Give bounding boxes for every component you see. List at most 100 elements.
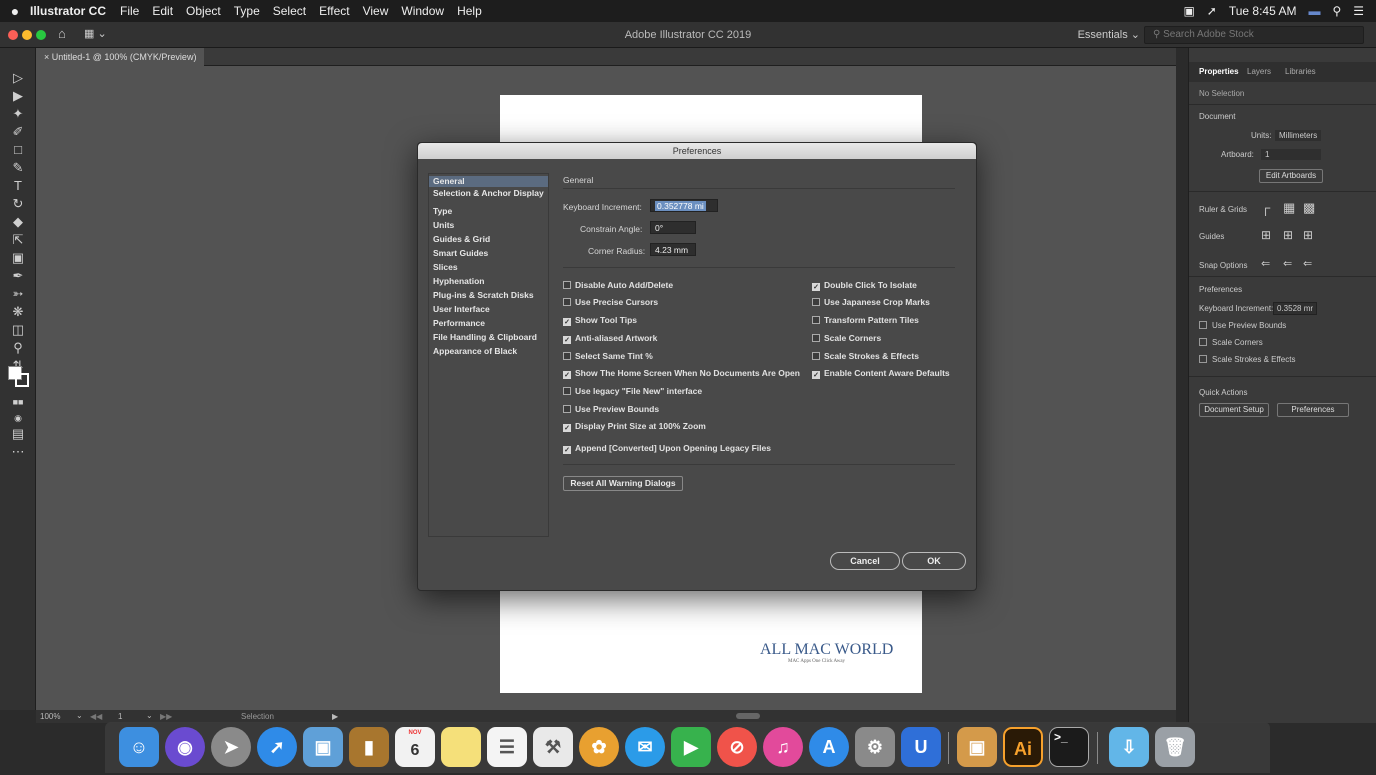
scale-tool-icon[interactable]: ⇱: [8, 232, 28, 248]
zoom-level[interactable]: 100%: [40, 712, 60, 721]
adobe-stock-search-input[interactable]: ⚲ Search Adobe Stock: [1144, 26, 1364, 44]
keyboard-increment-field[interactable]: 0.3528 mr: [1273, 302, 1318, 315]
scale-strokes-effects-checkbox[interactable]: Scale Strokes & Effects: [812, 351, 919, 361]
corner-radius-field[interactable]: 4.23 mm: [650, 243, 696, 256]
menu-effect[interactable]: Effect: [319, 4, 349, 18]
spotlight-search-icon[interactable]: ⚲: [1332, 4, 1341, 18]
messages-icon[interactable]: ✉: [625, 727, 665, 767]
artboard-chevron-down-icon[interactable]: ⌄: [146, 711, 153, 720]
current-tool-status[interactable]: Selection: [241, 712, 274, 721]
category-selection-anchor-display[interactable]: Selection & Anchor Display: [429, 188, 548, 199]
show-tool-tips-checkbox[interactable]: ✓ Show Tool Tips: [563, 315, 637, 326]
anti-aliased-artwork-checkbox[interactable]: ✓ Anti-aliased Artwork: [563, 333, 657, 344]
keyboard-increment-field[interactable]: 0.352778 mi: [650, 199, 718, 212]
artboard-number[interactable]: 1: [118, 712, 122, 721]
category-plugins-scratch-disks[interactable]: Plug-ins & Scratch Disks: [429, 290, 548, 301]
workspace-switcher[interactable]: Essentials ⌄: [1078, 28, 1140, 41]
tab-properties[interactable]: Properties: [1199, 67, 1239, 76]
scale-corners-checkbox[interactable]: Scale Corners: [812, 333, 881, 343]
snap-to-point-icon[interactable]: ⇐: [1261, 257, 1270, 270]
ruler-icon[interactable]: ┌: [1261, 200, 1270, 215]
stroke-color-icon[interactable]: [15, 373, 29, 387]
chevron-down-icon[interactable]: ⌄: [76, 711, 83, 720]
use-precise-cursors-checkbox[interactable]: Use Precise Cursors: [563, 297, 658, 307]
show-home-screen-checkbox[interactable]: ✓ Show The Home Screen When No Documents …: [563, 368, 800, 379]
document-setup-button[interactable]: Document Setup: [1199, 403, 1269, 417]
launchpad-icon[interactable]: ➤: [211, 727, 251, 767]
selection-tool-icon[interactable]: ▷: [8, 70, 28, 86]
draw-mode-icon[interactable]: ◉: [8, 410, 28, 426]
menu-edit[interactable]: Edit: [152, 4, 173, 18]
color-mode-icon[interactable]: ■■: [8, 394, 28, 410]
lock-guides-icon[interactable]: ⊞: [1283, 228, 1293, 242]
append-converted-checkbox[interactable]: ✓ Append [Converted] Upon Opening Legacy …: [563, 443, 771, 454]
zoom-tool-icon[interactable]: ⚲: [8, 340, 28, 356]
category-appearance-of-black[interactable]: Appearance of Black: [429, 346, 548, 357]
category-units[interactable]: Units: [429, 220, 548, 231]
trash-icon[interactable]: 🗑: [1155, 727, 1195, 767]
menu-window[interactable]: Window: [401, 4, 444, 18]
units-dropdown[interactable]: Millimeters: [1275, 130, 1322, 141]
ok-button[interactable]: OK: [902, 552, 966, 570]
rectangle-tool-icon[interactable]: □: [8, 142, 28, 158]
eyedropper-tool-icon[interactable]: ✒: [8, 268, 28, 284]
show-guides-icon[interactable]: ⊞: [1261, 228, 1271, 242]
tools-icon[interactable]: ⚒: [533, 727, 573, 767]
cancel-button[interactable]: Cancel: [830, 552, 900, 570]
notes-icon[interactable]: [441, 727, 481, 767]
preferences-button[interactable]: Preferences: [1277, 403, 1349, 417]
facetime-icon[interactable]: ▶: [671, 727, 711, 767]
scale-corners-checkbox[interactable]: Scale Corners: [1199, 338, 1263, 347]
transform-pattern-tiles-checkbox[interactable]: Transform Pattern Tiles: [812, 315, 919, 325]
preview-icon[interactable]: ▣: [303, 727, 343, 767]
illustrator-icon[interactable]: Ai: [1003, 727, 1043, 767]
artboard-dropdown[interactable]: 1: [1261, 149, 1321, 160]
use-preview-bounds-checkbox[interactable]: Use Preview Bounds: [563, 404, 659, 414]
menu-help[interactable]: Help: [457, 4, 482, 18]
magnet-icon[interactable]: U: [901, 727, 941, 767]
system-preferences-icon[interactable]: ⚙: [855, 727, 895, 767]
smart-guides-icon[interactable]: ⊞: [1303, 228, 1313, 242]
horizontal-scrollbar[interactable]: [736, 713, 760, 719]
category-smart-guides[interactable]: Smart Guides: [429, 248, 548, 259]
edit-toolbar-icon[interactable]: ⋯: [8, 444, 28, 460]
menu-type[interactable]: Type: [234, 4, 260, 18]
reminders-icon[interactable]: ☰: [487, 727, 527, 767]
category-type[interactable]: Type: [429, 206, 548, 217]
siri-icon[interactable]: ◉: [165, 727, 205, 767]
notification-center-icon[interactable]: ☰: [1353, 4, 1364, 18]
content-aware-defaults-checkbox[interactable]: ✓ Enable Content Aware Defaults: [812, 368, 950, 379]
app-menu[interactable]: Illustrator CC: [30, 4, 106, 18]
use-legacy-file-new-checkbox[interactable]: Use legacy "File New" interface: [563, 386, 702, 396]
tab-libraries[interactable]: Libraries: [1285, 67, 1316, 76]
downloads-icon[interactable]: ⇩: [1109, 727, 1149, 767]
notes-book-icon[interactable]: ▮: [349, 727, 389, 767]
safari-icon[interactable]: ➚: [257, 727, 297, 767]
use-preview-bounds-checkbox[interactable]: Use Preview Bounds: [1199, 321, 1286, 330]
japanese-crop-marks-checkbox[interactable]: Use Japanese Crop Marks: [812, 297, 930, 307]
document-tab[interactable]: × Untitled-1 @ 100% (CMYK/Preview): [36, 48, 205, 66]
select-same-tint-checkbox[interactable]: Select Same Tint %: [563, 351, 653, 361]
reset-warning-dialogs-button[interactable]: Reset All Warning Dialogs: [563, 476, 683, 491]
photos-icon[interactable]: ✿: [579, 727, 619, 767]
type-tool-icon[interactable]: T: [8, 178, 28, 194]
cursor-icon[interactable]: ➚: [1207, 4, 1217, 18]
menu-view[interactable]: View: [363, 4, 389, 18]
screen-mode-icon[interactable]: ▤: [8, 426, 28, 442]
category-general[interactable]: General: [429, 176, 548, 187]
category-performance[interactable]: Performance: [429, 318, 548, 329]
clock[interactable]: Tue 8:45 AM: [1229, 4, 1297, 18]
flag-icon[interactable]: ▬: [1308, 4, 1320, 18]
magic-wand-tool-icon[interactable]: ✦: [8, 106, 28, 122]
category-guides-grid[interactable]: Guides & Grid: [429, 234, 548, 245]
double-click-isolate-checkbox[interactable]: ✓ Double Click To Isolate: [812, 280, 917, 291]
disable-auto-add-delete-checkbox[interactable]: Disable Auto Add/Delete: [563, 280, 673, 290]
first-artboard-icon[interactable]: ◀◀: [90, 712, 102, 721]
pencil-tool-icon[interactable]: ✎: [8, 160, 28, 176]
app-store-icon[interactable]: A: [809, 727, 849, 767]
constrain-angle-field[interactable]: 0°: [650, 221, 696, 234]
symbol-sprayer-tool-icon[interactable]: ❋: [8, 304, 28, 320]
blend-tool-icon[interactable]: ➳: [8, 286, 28, 302]
status-menu-arrow-icon[interactable]: ▶: [332, 712, 338, 721]
rotate-tool-icon[interactable]: ↻: [8, 196, 28, 212]
